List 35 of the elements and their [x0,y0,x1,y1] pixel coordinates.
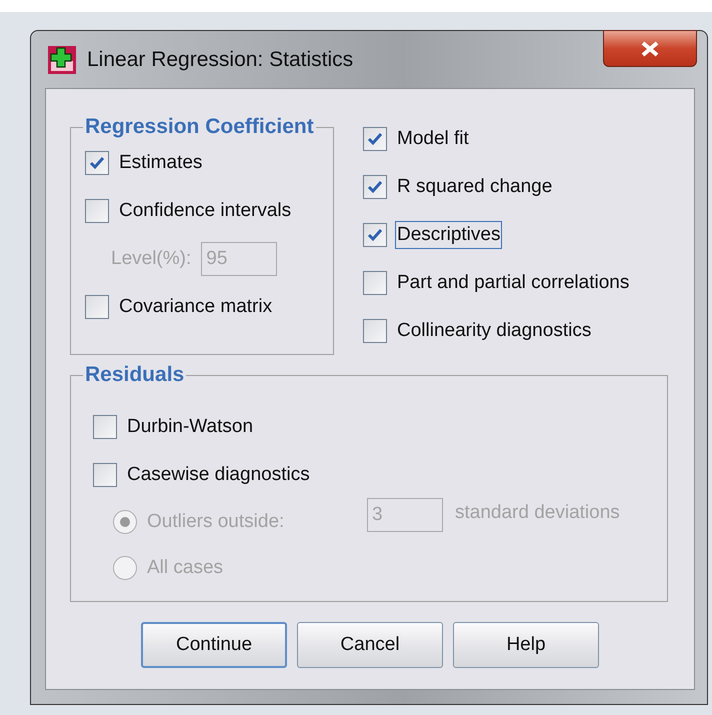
close-icon [640,40,660,56]
checkbox-label[interactable]: Durbin-Watson [125,413,256,441]
dialog-button[interactable]: Cancel [297,622,443,668]
checkbox-label[interactable]: Covariance matrix [117,293,274,321]
checkbox[interactable] [93,415,117,439]
checkbox-label[interactable]: Estimates [117,149,204,177]
checkbox-label[interactable]: Descriptives [395,221,502,249]
group-title: Residuals [84,363,186,387]
app-icon [47,44,77,74]
checkmark-icon [367,180,383,194]
checkbox-label[interactable]: Collinearity diagnostics [395,317,594,345]
checkbox-label[interactable]: R squared change [395,173,554,201]
checkbox[interactable] [93,463,117,487]
checkbox[interactable] [363,127,387,151]
checkbox-label[interactable]: Confidence intervals [117,197,294,225]
checkbox[interactable] [363,223,387,247]
checkbox[interactable] [363,271,387,295]
window-title: Linear Regression: Statistics [87,48,354,72]
checkbox-label[interactable]: Casewise diagnostics [125,461,312,489]
checkmark-icon [367,132,383,146]
checkbox[interactable] [85,151,109,175]
checkbox[interactable] [363,175,387,199]
checkbox[interactable] [85,295,109,319]
checkbox-label[interactable]: Part and partial correlations [395,269,632,297]
group-title: Regression Coefficient [84,115,315,139]
checkmark-icon [367,228,383,242]
close-button[interactable] [603,30,697,67]
checkbox[interactable] [363,319,387,343]
checkbox[interactable] [85,199,109,223]
field-label: Level(%): [110,247,192,271]
dialog-button[interactable]: Continue [141,622,287,668]
dialog-button[interactable]: Help [453,622,599,668]
checkmark-icon [89,156,105,170]
units-label: standard deviations [454,501,621,525]
checkbox-label[interactable]: Model fit [395,125,471,153]
